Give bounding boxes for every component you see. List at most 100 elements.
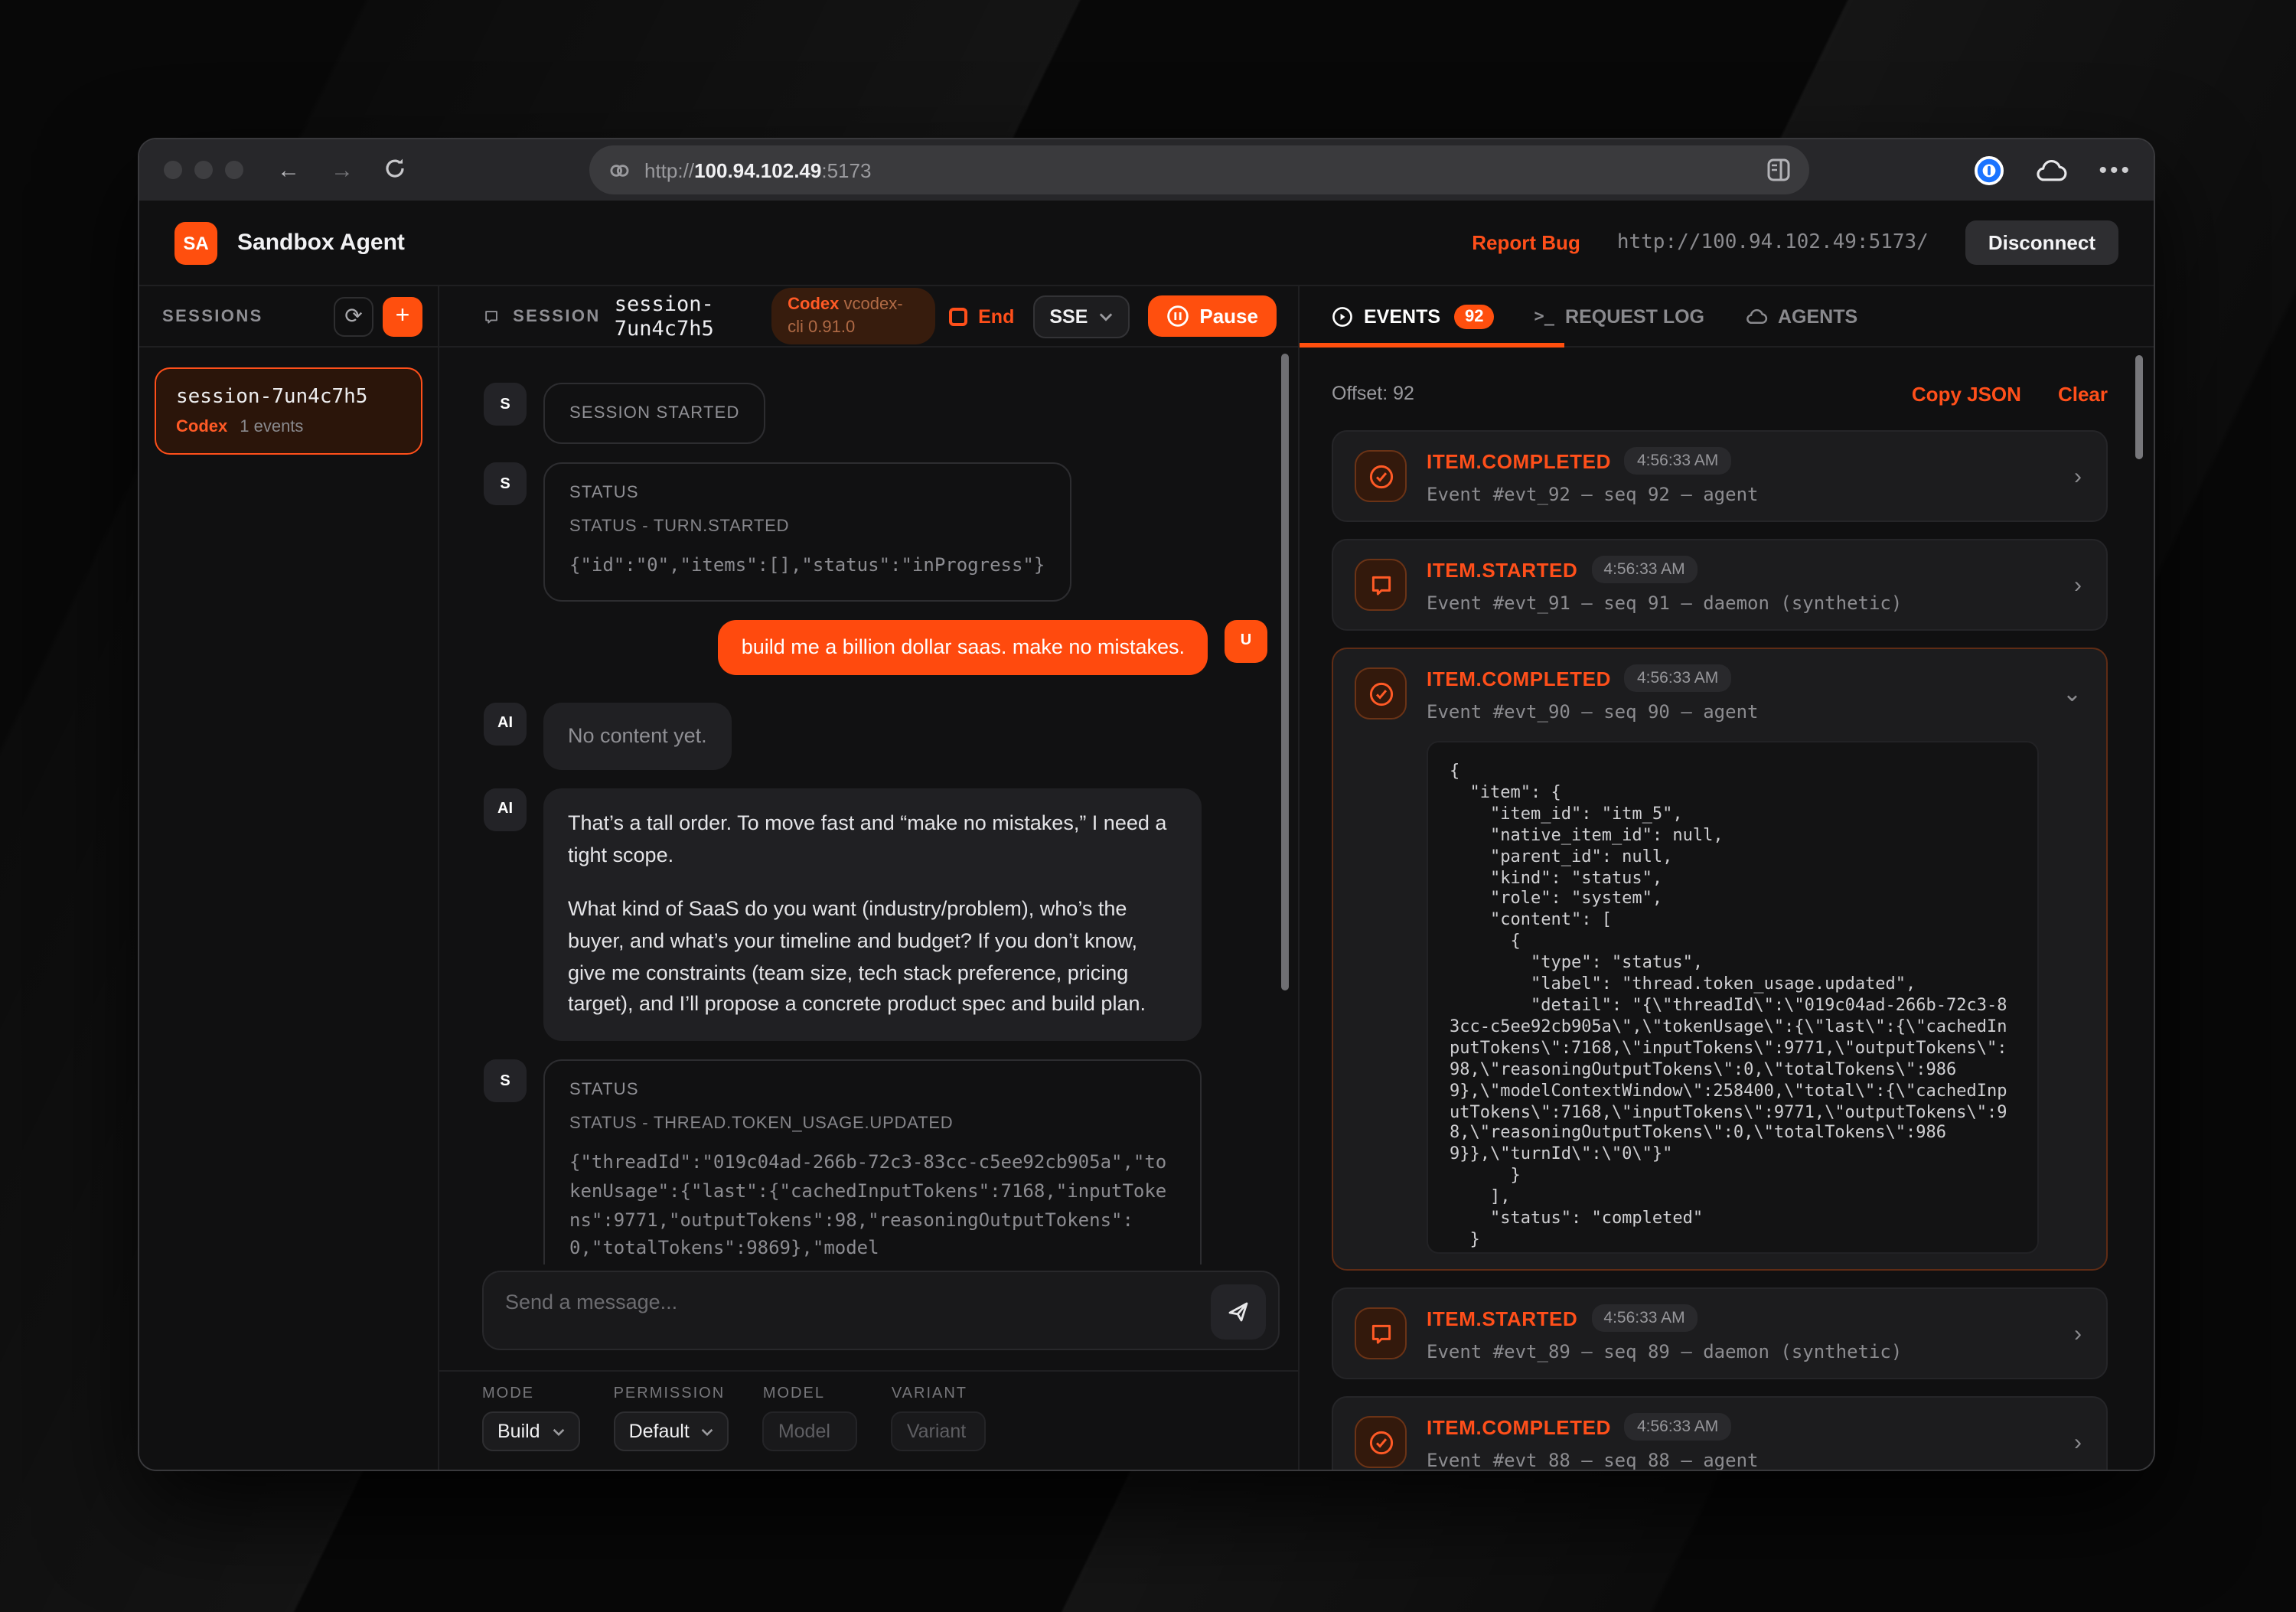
clear-button[interactable]: Clear	[2058, 382, 2108, 405]
message-input[interactable]	[484, 1272, 1278, 1349]
app-logo: SA	[174, 221, 217, 264]
event-card[interactable]: ITEM.COMPLETED 4:56:33 AM Event #evt_88 …	[1332, 1396, 2108, 1470]
end-label: End	[978, 305, 1014, 327]
chevron-down-icon[interactable]: ⌄	[2060, 680, 2085, 707]
event-type: ITEM.COMPLETED	[1427, 1415, 1611, 1438]
variant-input[interactable]	[892, 1411, 987, 1451]
forward-button[interactable]: →	[331, 157, 354, 183]
model-label: MODEL	[763, 1385, 858, 1402]
user-message-text: build me a billion dollar saas. make no …	[719, 619, 1208, 675]
chevron-right-icon[interactable]: ›	[2071, 463, 2085, 489]
event-card[interactable]: ITEM.STARTED 4:56:33 AM Event #evt_91 — …	[1332, 539, 2108, 631]
tab-request-log[interactable]: >_ REQUEST LOG	[1534, 305, 1704, 327]
message-bubble-icon	[1355, 1307, 1407, 1359]
event-type: ITEM.STARTED	[1427, 1307, 1577, 1330]
send-button[interactable]	[1211, 1284, 1266, 1340]
event-time: 4:56:33 AM	[1591, 556, 1697, 583]
system-avatar: S	[484, 383, 527, 426]
mode-select[interactable]: Build	[482, 1411, 580, 1451]
message-subtitle: STATUS - THREAD.TOKEN_USAGE.UPDATED	[569, 1115, 1176, 1134]
transport-select[interactable]: SSE	[1032, 295, 1129, 338]
events-scrollbar[interactable]	[2135, 355, 2143, 459]
event-time: 4:56:33 AM	[1591, 1304, 1697, 1332]
permission-value: Default	[629, 1421, 690, 1442]
check-circle-icon	[1355, 667, 1407, 720]
tab-agents[interactable]: AGENTS	[1744, 305, 1857, 327]
event-card-expanded[interactable]: ITEM.COMPLETED 4:56:33 AM Event #evt_90 …	[1332, 648, 2108, 1271]
minimize-window-button[interactable]	[194, 161, 213, 179]
pause-icon	[1166, 305, 1189, 328]
chevron-right-icon[interactable]: ›	[2071, 572, 2085, 598]
message-title: SESSION STARTED	[569, 404, 740, 423]
system-message: S SESSION STARTED	[484, 383, 1267, 444]
session-event-count: 1 events	[240, 418, 303, 436]
event-json-payload: { "item": { "item_id": "itm_5", "native_…	[1427, 741, 2040, 1254]
chevron-down-icon	[553, 1428, 565, 1435]
back-button[interactable]: ←	[277, 157, 300, 183]
reload-icon	[384, 157, 406, 178]
tab-agents-label: AGENTS	[1778, 305, 1857, 327]
system-avatar: S	[484, 1060, 527, 1103]
system-avatar: S	[484, 462, 527, 505]
refresh-sessions-button[interactable]: ⟳	[334, 296, 373, 336]
play-circle-icon	[1332, 305, 1353, 327]
session-list-item[interactable]: session-7un4c7h5 Codex 1 events	[155, 367, 422, 455]
mode-value: Build	[497, 1421, 540, 1442]
session-header: SESSION session-7un4c7h5 Codex vcodex-cl…	[439, 286, 1298, 348]
permission-select[interactable]: Default	[614, 1411, 729, 1451]
session-agent-label: Codex	[176, 418, 227, 436]
url-text: http://100.94.102.49:5173	[644, 158, 1766, 181]
address-bar[interactable]: http://100.94.102.49:5173	[589, 145, 1809, 194]
chat-scrollbar[interactable]	[1281, 354, 1289, 990]
chevron-right-icon[interactable]: ›	[2071, 1429, 2085, 1455]
event-type: ITEM.COMPLETED	[1427, 667, 1611, 690]
chevron-down-icon	[1098, 312, 1112, 321]
close-window-button[interactable]	[164, 161, 182, 179]
events-count-badge: 92	[1454, 304, 1495, 328]
message-subtitle: STATUS - TURN.STARTED	[569, 517, 1045, 536]
ai-avatar: AI	[484, 703, 527, 746]
message-json: {"id":"0","items":[],"status":"inProgres…	[569, 551, 1045, 579]
composer	[439, 1264, 1298, 1372]
end-checkbox[interactable]	[949, 307, 967, 325]
tab-events[interactable]: EVENTS 92	[1332, 304, 1495, 328]
reader-panel-icon[interactable]	[1766, 158, 1791, 182]
copy-json-button[interactable]: Copy JSON	[1912, 382, 2021, 405]
ai-paragraph: What kind of SaaS do you want (industry/…	[568, 893, 1177, 1021]
disconnect-button[interactable]: Disconnect	[1965, 220, 2118, 265]
event-time: 4:56:33 AM	[1625, 447, 1730, 475]
ai-message: AI That’s a tall order. To move fast and…	[484, 788, 1267, 1042]
variant-label: VARIANT	[892, 1385, 987, 1402]
zoom-window-button[interactable]	[225, 161, 243, 179]
user-avatar: U	[1225, 619, 1267, 662]
event-desc: Event #evt_92 — seq 92 — agent	[1427, 484, 2051, 505]
event-desc: Event #evt_89 — seq 89 — daemon (synthet…	[1427, 1341, 2051, 1362]
event-type: ITEM.COMPLETED	[1427, 449, 1611, 472]
pause-button[interactable]: Pause	[1147, 295, 1277, 337]
reload-button[interactable]	[384, 157, 406, 183]
cloud-icon[interactable]	[2034, 158, 2068, 182]
events-panel: EVENTS 92 >_ REQUEST LOG AGENTS	[1300, 286, 2154, 1470]
browser-window: ← → http://100.94.102.49:5173 ••• SA San…	[139, 139, 2154, 1470]
report-bug-link[interactable]: Report Bug	[1472, 231, 1580, 254]
event-card[interactable]: ITEM.STARTED 4:56:33 AM Event #evt_89 — …	[1332, 1287, 2108, 1379]
tab-events-label: EVENTS	[1364, 305, 1440, 327]
system-message: S STATUS STATUS - THREAD.TOKEN_USAGE.UPD…	[484, 1060, 1267, 1264]
chevron-right-icon[interactable]: ›	[2071, 1320, 2085, 1346]
event-card[interactable]: ITEM.COMPLETED 4:56:33 AM Event #evt_92 …	[1332, 430, 2108, 522]
sessions-sidebar: SESSIONS ⟳ + session-7un4c7h5 Codex 1 ev…	[139, 286, 439, 1470]
message-title: STATUS	[569, 1082, 1176, 1100]
model-input[interactable]	[763, 1411, 858, 1451]
browser-menu-button[interactable]: •••	[2099, 157, 2132, 183]
refresh-icon: ⟳	[344, 303, 362, 329]
check-circle-icon	[1355, 1416, 1407, 1468]
chat-bubble-icon	[484, 305, 499, 327]
password-manager-icon[interactable]	[1975, 155, 2004, 184]
session-id: session-7un4c7h5	[615, 292, 757, 341]
desktop: ← → http://100.94.102.49:5173 ••• SA San…	[0, 0, 2296, 1612]
message-json: {"threadId":"019c04ad-266b-72c3-83cc-c5e…	[569, 1149, 1176, 1263]
new-session-button[interactable]: +	[383, 296, 422, 336]
agent-badge: Codex vcodex-cli 0.91.0	[771, 287, 935, 344]
agent-badge-name: Codex	[788, 295, 839, 313]
plus-icon: +	[396, 302, 410, 330]
